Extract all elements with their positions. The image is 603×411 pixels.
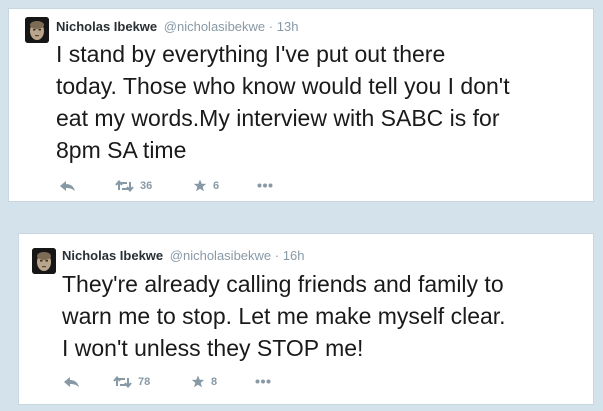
tweet-text: They're already calling friends and fami… — [62, 268, 506, 364]
reply-button[interactable] — [63, 376, 113, 388]
star-icon — [193, 179, 207, 192]
more-button[interactable] — [255, 379, 271, 384]
tweet-actions: 36 6 — [59, 179, 273, 192]
tweet-header: Nicholas Ibekwe @nicholasibekwe · 16h — [62, 248, 304, 263]
tweet-text-line: eat my words.My interview with SABC is f… — [56, 105, 500, 131]
timestamp[interactable]: 16h — [283, 248, 305, 263]
star-icon — [191, 375, 205, 388]
tweet-text-line: I stand by everything I've put out there — [56, 41, 446, 67]
author-name[interactable]: Nicholas Ibekwe — [56, 19, 157, 34]
reply-button[interactable] — [59, 180, 115, 192]
tweet-card[interactable]: Nicholas Ibekwe @nicholasibekwe · 16h Th… — [18, 233, 594, 405]
retweet-icon — [113, 375, 132, 388]
avatar[interactable] — [25, 17, 49, 43]
author-handle[interactable]: @nicholasibekwe — [164, 19, 265, 34]
tweet-text-line: They're already calling friends and fami… — [62, 271, 504, 297]
separator-dot: · — [268, 19, 274, 34]
retweet-count: 36 — [140, 179, 153, 192]
retweet-count: 78 — [138, 375, 151, 388]
tweet-text-line: I won't unless they STOP me! — [62, 335, 364, 361]
retweet-icon — [115, 179, 134, 192]
retweet-button[interactable]: 36 — [115, 179, 193, 192]
favorite-button[interactable]: 8 — [191, 375, 255, 388]
tweet-text-line: warn me to stop. Let me make myself clea… — [62, 303, 506, 329]
more-icon — [255, 379, 271, 384]
author-handle[interactable]: @nicholasibekwe — [170, 248, 271, 263]
separator-dot: · — [274, 248, 280, 263]
timestamp[interactable]: 13h — [277, 19, 299, 34]
tweet-text-line: today. Those who know would tell you I d… — [56, 73, 510, 99]
favorite-button[interactable]: 6 — [193, 179, 257, 192]
more-icon — [257, 183, 273, 188]
reply-icon — [59, 180, 76, 192]
more-button[interactable] — [257, 183, 273, 188]
tweet-text-line: 8pm SA time — [56, 137, 187, 163]
tweet-actions: 78 8 — [63, 375, 271, 388]
author-name[interactable]: Nicholas Ibekwe — [62, 248, 163, 263]
avatar[interactable] — [32, 248, 56, 274]
tweet-card[interactable]: Nicholas Ibekwe @nicholasibekwe · 13h I … — [8, 8, 594, 202]
tweet-text: I stand by everything I've put out there… — [56, 38, 510, 166]
retweet-button[interactable]: 78 — [113, 375, 191, 388]
reply-icon — [63, 376, 80, 388]
favorite-count: 6 — [213, 179, 220, 192]
tweet-header: Nicholas Ibekwe @nicholasibekwe · 13h — [56, 19, 298, 34]
favorite-count: 8 — [211, 375, 218, 388]
